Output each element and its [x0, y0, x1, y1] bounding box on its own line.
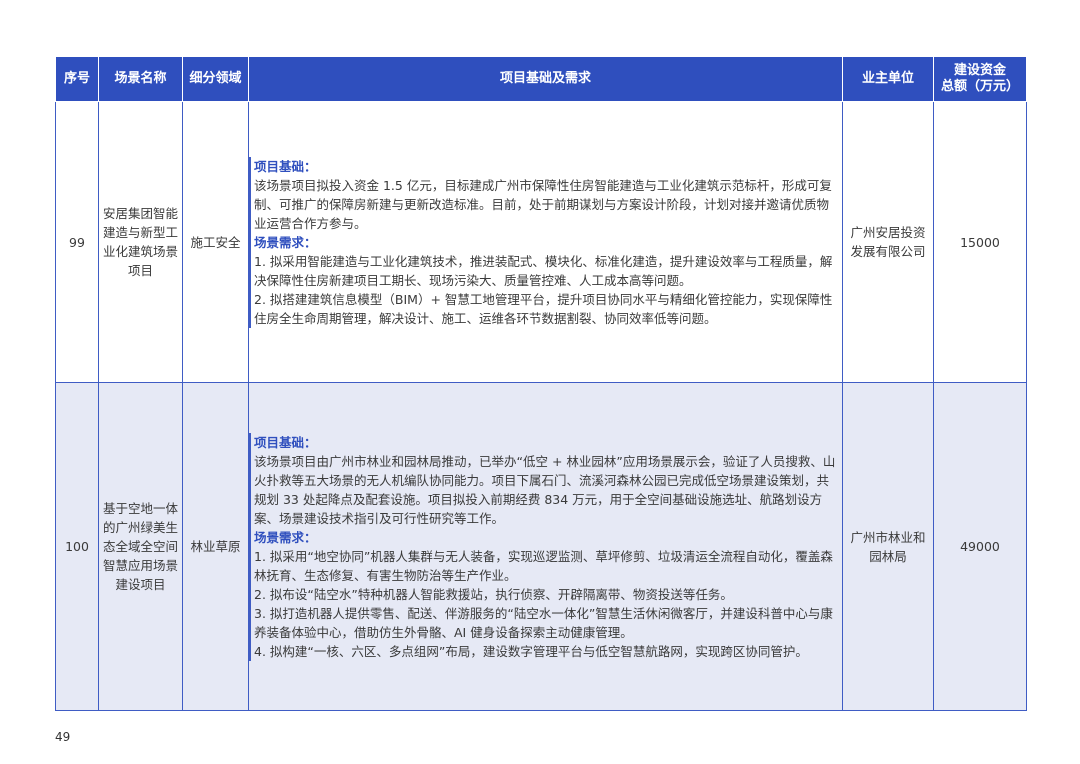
table-row: 100 基于空地一体的广州绿美生态全域全空间智慧应用场景建设项目 林业草原 项目…	[55, 382, 1027, 711]
needs-item: 1. 拟采用智能建造与工业化建筑技术，推进装配式、模块化、标准化建造，提升建设效…	[254, 253, 833, 288]
cell-amount: 49000	[933, 382, 1027, 711]
table-row: 99 安居集团智能建造与新型工业化建筑场景项目 施工安全 项目基础： 该场景项目…	[55, 101, 1027, 383]
header-amount-line1: 建设资金	[953, 63, 1006, 78]
cell-field: 施工安全	[182, 101, 249, 383]
basis-text: 该场景项目由广州市林业和园林局推动，已举办“低空 + 林业园林”应用场景展示会，…	[254, 453, 836, 526]
needs-title: 场景需求：	[254, 234, 317, 250]
needs-item: 1. 拟采用“地空协同”机器人集群与无人装备，实现巡逻监测、草坪修剪、垃圾清运全…	[254, 548, 833, 583]
detail-content: 项目基础： 该场景项目由广州市林业和园林局推动，已举办“低空 + 林业园林”应用…	[249, 432, 838, 661]
header-owner: 业主单位	[842, 56, 934, 102]
table-header-row: 序号 场景名称 细分领域 项目基础及需求 业主单位 建设资金 总额（万元）	[55, 56, 1027, 102]
cell-detail: 项目基础： 该场景项目拟投入资金 1.5 亿元，目标建成广州市保障性住房智能建造…	[248, 101, 843, 383]
header-seq: 序号	[55, 56, 99, 102]
header-field: 细分领域	[182, 56, 249, 102]
needs-item: 2. 拟布设“陆空水”特种机器人智能救援站，执行侦察、开辟隔离带、物资投送等任务…	[254, 586, 733, 602]
projects-table: 序号 场景名称 细分领域 项目基础及需求 业主单位 建设资金 总额（万元） 99…	[55, 56, 1027, 711]
needs-item: 3. 拟打造机器人提供零售、配送、伴游服务的“陆空水一体化”智慧生活休闲微客厅，…	[254, 605, 833, 640]
needs-title: 场景需求：	[254, 529, 317, 545]
header-detail: 项目基础及需求	[248, 56, 843, 102]
cell-seq: 99	[55, 101, 99, 383]
detail-content: 项目基础： 该场景项目拟投入资金 1.5 亿元，目标建成广州市保障性住房智能建造…	[249, 156, 838, 328]
header-amount-line2: 总额（万元）	[940, 79, 1019, 94]
cell-field: 林业草原	[182, 382, 249, 711]
cell-detail: 项目基础： 该场景项目由广州市林业和园林局推动，已举办“低空 + 林业园林”应用…	[248, 382, 843, 711]
header-amount: 建设资金 总额（万元）	[933, 56, 1027, 102]
cell-amount: 15000	[933, 101, 1027, 383]
page-number: 49	[55, 730, 71, 744]
header-scene-name: 场景名称	[98, 56, 183, 102]
cell-owner: 广州安居投资发展有限公司	[842, 101, 934, 383]
basis-title: 项目基础：	[254, 434, 317, 450]
cell-seq: 100	[55, 382, 99, 711]
needs-item: 4. 拟构建“一核、六区、多点组网”布局，建设数字管理平台与低空智慧航路网，实现…	[254, 643, 808, 659]
basis-text: 该场景项目拟投入资金 1.5 亿元，目标建成广州市保障性住房智能建造与工业化建筑…	[254, 177, 832, 231]
cell-scene-name: 安居集团智能建造与新型工业化建筑场景项目	[98, 101, 183, 383]
cell-scene-name: 基于空地一体的广州绿美生态全域全空间智慧应用场景建设项目	[98, 382, 183, 711]
cell-owner: 广州市林业和园林局	[842, 382, 934, 711]
basis-title: 项目基础：	[254, 158, 317, 174]
needs-item: 2. 拟搭建建筑信息模型（BIM）+ 智慧工地管理平台，提升项目协同水平与精细化…	[254, 291, 833, 326]
